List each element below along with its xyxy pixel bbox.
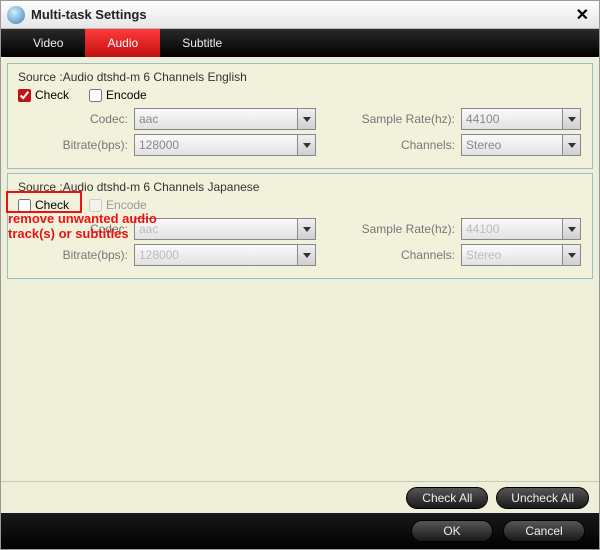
uncheck-all-button[interactable]: Uncheck All xyxy=(496,487,589,509)
bitrate-value: 128000 xyxy=(139,248,179,262)
encode-checkbox[interactable]: Encode xyxy=(89,88,147,102)
chevron-down-icon[interactable] xyxy=(297,219,315,239)
content-area: Source :Audio dtshd-m 6 Channels English… xyxy=(1,57,599,481)
codec-value: aac xyxy=(139,112,158,126)
codec-combo[interactable]: aac xyxy=(134,108,316,130)
close-icon[interactable]: ✕ xyxy=(572,5,593,25)
chevron-down-icon[interactable] xyxy=(297,109,315,129)
chevron-down-icon[interactable] xyxy=(562,109,580,129)
channels-label: Channels: xyxy=(346,138,461,152)
samplerate-label: Sample Rate(hz): xyxy=(346,112,461,126)
tab-subtitle[interactable]: Subtitle xyxy=(160,29,244,57)
audio-track-group: Source :Audio dtshd-m 6 Channels Japanes… xyxy=(7,173,593,279)
ok-button[interactable]: OK xyxy=(411,520,493,542)
tab-audio[interactable]: Audio xyxy=(85,29,160,57)
check-checkbox[interactable]: Check xyxy=(18,88,69,102)
check-all-button[interactable]: Check All xyxy=(406,487,488,509)
tab-bar: Video Audio Subtitle xyxy=(1,29,599,57)
check-input[interactable] xyxy=(18,89,31,102)
source-line: Source :Audio dtshd-m 6 Channels Japanes… xyxy=(18,180,584,194)
channels-value: Stereo xyxy=(466,138,501,152)
samplerate-combo[interactable]: 44100 xyxy=(461,108,581,130)
footer-okcancel: OK Cancel xyxy=(1,513,599,549)
samplerate-value: 44100 xyxy=(466,222,499,236)
annotation-text: remove unwanted audio track(s) or subtit… xyxy=(8,212,178,242)
tab-video[interactable]: Video xyxy=(11,29,85,57)
samplerate-combo[interactable]: 44100 xyxy=(461,218,581,240)
chevron-down-icon[interactable] xyxy=(297,245,315,265)
encode-label: Encode xyxy=(106,88,147,102)
samplerate-label: Sample Rate(hz): xyxy=(346,222,461,236)
settings-window: Multi-task Settings ✕ Video Audio Subtit… xyxy=(0,0,600,550)
chevron-down-icon[interactable] xyxy=(297,135,315,155)
footer-checkall: Check All Uncheck All xyxy=(1,481,599,513)
cancel-button[interactable]: Cancel xyxy=(503,520,585,542)
source-line: Source :Audio dtshd-m 6 Channels English xyxy=(18,70,584,84)
encode-label: Encode xyxy=(106,198,147,212)
titlebar: Multi-task Settings ✕ xyxy=(1,1,599,29)
annotation-highlight xyxy=(6,191,82,213)
bitrate-value: 128000 xyxy=(139,138,179,152)
encode-input xyxy=(89,199,102,212)
window-title: Multi-task Settings xyxy=(31,7,147,22)
app-icon xyxy=(7,6,25,24)
encode-checkbox: Encode xyxy=(89,198,147,212)
chevron-down-icon[interactable] xyxy=(562,219,580,239)
codec-label: Codec: xyxy=(16,112,134,126)
chevron-down-icon[interactable] xyxy=(562,245,580,265)
samplerate-value: 44100 xyxy=(466,112,499,126)
bitrate-label: Bitrate(bps): xyxy=(16,138,134,152)
bitrate-combo[interactable]: 128000 xyxy=(134,244,316,266)
chevron-down-icon[interactable] xyxy=(562,135,580,155)
audio-track-group: Source :Audio dtshd-m 6 Channels English… xyxy=(7,63,593,169)
channels-combo[interactable]: Stereo xyxy=(461,244,581,266)
channels-value: Stereo xyxy=(466,248,501,262)
check-label: Check xyxy=(35,88,69,102)
bitrate-label: Bitrate(bps): xyxy=(16,248,134,262)
encode-input[interactable] xyxy=(89,89,102,102)
channels-combo[interactable]: Stereo xyxy=(461,134,581,156)
channels-label: Channels: xyxy=(346,248,461,262)
bitrate-combo[interactable]: 128000 xyxy=(134,134,316,156)
